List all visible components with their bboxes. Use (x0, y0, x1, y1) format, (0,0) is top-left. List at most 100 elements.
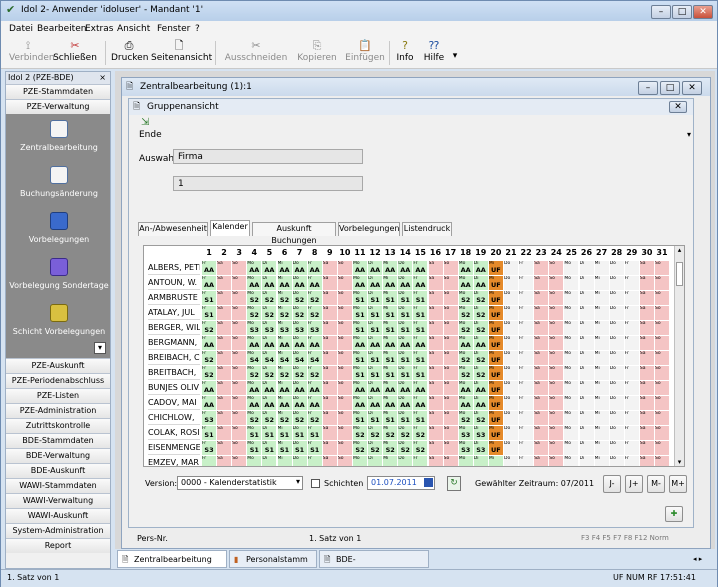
calendar-cell[interactable]: Fr (307, 456, 322, 466)
panel-item-vorbelegungen[interactable]: Vorbelegungen (6, 212, 110, 244)
calendar-cell[interactable]: Sa (534, 351, 549, 365)
schichten-checkbox[interactable] (311, 479, 320, 488)
calendar-cell[interactable]: Do S2 (292, 291, 307, 305)
calendar-cell[interactable]: Mi AA (383, 336, 398, 350)
calendar-cell[interactable]: Sa (428, 321, 443, 335)
calendar-cell[interactable]: Mo (564, 276, 579, 290)
calendar-cell[interactable]: Di S2 (473, 351, 488, 365)
calendar-cell[interactable]: Mo S1 (247, 426, 262, 440)
calendar-cell[interactable]: Di S2 (473, 306, 488, 320)
calendar-cell[interactable]: Mo S2 (353, 441, 367, 455)
panel-item-schicht-vorbelegungen[interactable]: Schicht Vorbelegungen (6, 304, 110, 336)
calendar-cell[interactable]: Mi UF (488, 336, 503, 350)
calendar-cell[interactable]: Di (579, 276, 594, 290)
calendar-cell[interactable]: Mo AA (458, 336, 473, 350)
calendar-cell[interactable]: Fr (519, 456, 534, 466)
panel-item-vorbelegung-sondertage[interactable]: Vorbelegung Sondertage (6, 258, 110, 290)
menu-extras[interactable]: Extras (85, 24, 113, 34)
employee-name[interactable]: EISENMENGE (148, 440, 200, 455)
calendar-cell[interactable]: Sa (534, 426, 549, 440)
calendar-cell[interactable]: Mo S2 (458, 411, 473, 425)
calendar-cell[interactable]: Di AA (368, 336, 383, 350)
employee-name[interactable]: ARMBRUSTE (148, 290, 200, 305)
calendar-cell[interactable]: Di (473, 456, 488, 466)
calendar-cell[interactable]: Do (609, 306, 624, 320)
calendar-cell[interactable]: So (337, 441, 352, 455)
calendar-cell[interactable]: Mi UF (488, 411, 503, 425)
calendar-cell[interactable]: Do (609, 411, 624, 425)
calendar-cell[interactable]: Fr S1 (413, 411, 428, 425)
calendar-cell[interactable]: So (655, 261, 669, 275)
month-back-button[interactable]: M- (647, 475, 665, 493)
calendar-cell[interactable]: Mo AA (353, 276, 367, 290)
calendar-cell[interactable]: Sa (534, 336, 549, 350)
nav-item-bde-auskunft[interactable]: BDE-Auskunft (6, 463, 110, 478)
calendar-cell[interactable]: Mo (564, 426, 579, 440)
calendar-cell[interactable]: Fr (624, 261, 639, 275)
calendar-cell[interactable]: Mi AA (383, 261, 398, 275)
taskbar-tab-zentralbearbeitung[interactable]: 🗎Zentralbearbeitung (1):1 (117, 550, 227, 581)
calendar-cell[interactable]: Sa (534, 276, 549, 290)
calendar-cell[interactable]: Di (579, 411, 594, 425)
calendar-cell[interactable]: Mi AA (277, 336, 292, 350)
calendar-cell[interactable]: Do S1 (292, 441, 307, 455)
calendar-cell[interactable]: Sa (217, 396, 232, 410)
calendar-cell[interactable]: Sa (322, 441, 337, 455)
calendar-cell[interactable]: Fr AA (202, 396, 216, 410)
calendar-cell[interactable]: Di (579, 261, 594, 275)
calendar-cell[interactable]: Mo S2 (247, 366, 262, 380)
calendar-cell[interactable]: So (655, 456, 669, 466)
calendar-cell[interactable]: Mi UF (488, 426, 503, 440)
calendar-cell[interactable]: Do AA (398, 396, 413, 410)
disconnect-button[interactable]: ✂ Schließen (53, 39, 97, 67)
calendar-cell[interactable]: Do (504, 366, 518, 380)
calendar-cell[interactable]: So (232, 396, 247, 410)
calendar-cell[interactable]: Fr S1 (413, 366, 428, 380)
calendar-cell[interactable]: Fr AA (413, 261, 428, 275)
calendar-cell[interactable]: Mo (247, 456, 262, 466)
calendar-cell[interactable]: So (655, 351, 669, 365)
copy-button[interactable]: ⎘ Kopieren (297, 39, 337, 67)
panel-item-zentralbearbeitung[interactable]: Zentralbearbeitung (6, 120, 110, 152)
calendar-cell[interactable]: Sa (534, 441, 549, 455)
calendar-cell[interactable]: Di (579, 381, 594, 395)
cut-button[interactable]: ✂ Ausschneiden (223, 39, 289, 67)
calendar-cell[interactable]: So (337, 306, 352, 320)
calendar-cell[interactable]: So (549, 381, 564, 395)
calendar-cell[interactable]: Sa (639, 426, 654, 440)
calendar-cell[interactable]: Mo AA (247, 381, 262, 395)
calendar-cell[interactable]: Di (579, 396, 594, 410)
calendar-cell[interactable]: Sa (217, 321, 232, 335)
calendar-cell[interactable]: Sa (322, 426, 337, 440)
calendar-cell[interactable]: Sa (428, 336, 443, 350)
calendar-cell[interactable]: Fr (624, 321, 639, 335)
calendar-cell[interactable]: Do (504, 291, 518, 305)
nav-pze-stammdaten[interactable]: PZE-Stammdaten (6, 84, 110, 99)
close-button[interactable]: ✕ (693, 5, 713, 19)
calendar-cell[interactable]: Mo S1 (247, 441, 262, 455)
calendar-cell[interactable]: Di AA (368, 261, 383, 275)
calendar-cell[interactable]: Do (504, 276, 518, 290)
calendar-cell[interactable]: Fr S2 (202, 366, 216, 380)
version-select[interactable]: 0000 - Kalenderstatistik ▾ (177, 476, 303, 490)
calendar-cell[interactable]: Mi UF (488, 381, 503, 395)
calendar-cell[interactable]: Do S1 (398, 411, 413, 425)
calendar-cell[interactable]: So (549, 351, 564, 365)
menu-ansicht[interactable]: Ansicht (117, 24, 150, 34)
calendar-cell[interactable]: Do (504, 411, 518, 425)
calendar-cell[interactable]: So (443, 381, 458, 395)
nav-item-pze-listen[interactable]: PZE-Listen (6, 388, 110, 403)
calendar-cell[interactable]: Mo S2 (353, 426, 367, 440)
calendar-cell[interactable]: Di AA (473, 336, 488, 350)
taskbar-tab-personalstamm[interactable]: ▮Personalstamm (1) (229, 550, 317, 581)
calendar-cell[interactable]: Sa (639, 336, 654, 350)
calendar-cell[interactable]: Sa (322, 321, 337, 335)
calendar-cell[interactable]: Sa (217, 411, 232, 425)
calendar-cell[interactable]: Mo S2 (247, 291, 262, 305)
group-close-button[interactable]: ✕ (669, 101, 687, 113)
calendar-cell[interactable]: Di S2 (368, 426, 383, 440)
calendar-cell[interactable]: Do AA (292, 276, 307, 290)
calendar-cell[interactable]: Mi S2 (277, 411, 292, 425)
employee-name[interactable]: BUNJES OLIV (148, 380, 200, 395)
nav-close-icon[interactable]: × (99, 72, 106, 84)
